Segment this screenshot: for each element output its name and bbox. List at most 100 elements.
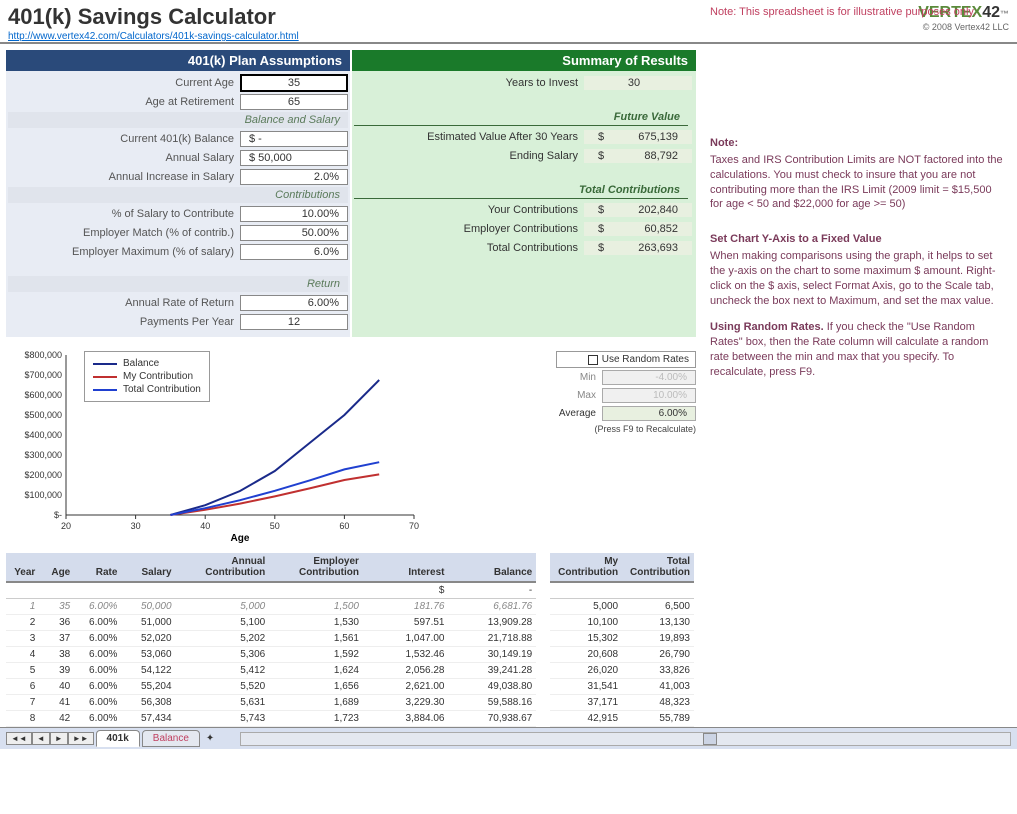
svg-text:Age: Age [231, 533, 250, 544]
col-header: Annual Contribution [176, 553, 270, 582]
label-emp-match: Employer Match (% of contrib.) [8, 227, 240, 239]
notes-panel: Note: Taxes and IRS Contribution Limits … [700, 44, 1010, 727]
col-header: Total Contribution [622, 553, 694, 582]
tab-401k[interactable]: 401k [96, 730, 140, 747]
value-emp-contrib: $60,852 [584, 222, 692, 236]
input-emp-match[interactable]: 50.00% [240, 225, 348, 241]
table-row: 5396.00%54,1225,4121,6242,056.2839,241.2… [6, 663, 536, 679]
assumptions-header: 401(k) Plan Assumptions [6, 50, 350, 71]
new-sheet-icon[interactable]: ✦ [202, 733, 218, 744]
input-current-age[interactable]: 35 [240, 74, 348, 92]
subhead-balance-salary: Balance and Salary [8, 112, 348, 128]
table-row: 31,54141,003 [550, 678, 694, 694]
input-retire-age[interactable]: 65 [240, 94, 348, 110]
note-axis-heading: Set Chart Y-Axis to a Fixed Value [710, 232, 1004, 247]
label-max-rate: Max [436, 390, 602, 401]
svg-text:30: 30 [131, 521, 141, 531]
col-header: Employer Contribution [269, 553, 363, 582]
input-pct-contrib[interactable]: 10.00% [240, 206, 348, 222]
svg-text:$300,000: $300,000 [24, 450, 62, 460]
table-row: 3376.00%52,0205,2021,5611,047.0021,718.8… [6, 631, 536, 647]
growth-chart: $-$100,000$200,000$300,000$400,000$500,0… [4, 345, 424, 545]
sheet-tabs: ◄◄◄►►► 401k Balance ✦ [0, 727, 1017, 749]
chart-legend: BalanceMy ContributionTotal Contribution [84, 351, 210, 402]
subhead-return: Return [8, 276, 348, 292]
col-header: Interest [363, 553, 449, 582]
summary-panel: Summary of Results Years to Invest30 Fut… [352, 50, 696, 337]
note-heading: Note: [710, 136, 1004, 151]
svg-text:20: 20 [61, 521, 71, 531]
random-rates-box: Use Random Rates Min-4.00% Max10.00% Ave… [436, 351, 696, 545]
svg-text:50: 50 [270, 521, 280, 531]
tab-nav[interactable]: ◄◄◄►►► [6, 732, 94, 745]
input-payments[interactable]: 12 [240, 314, 348, 330]
svg-text:$600,000: $600,000 [24, 390, 62, 400]
input-min-rate[interactable]: -4.00% [602, 370, 696, 385]
value-total-contrib: $263,693 [584, 241, 692, 255]
subhead-future-value: Future Value [354, 109, 688, 126]
note-axis-text: When making comparisons using the graph,… [710, 249, 1004, 308]
col-header: Salary [121, 553, 175, 582]
label-total-contrib: Total Contributions [354, 242, 584, 254]
table-row: 10,10013,130 [550, 614, 694, 630]
input-balance[interactable]: $ - [240, 131, 348, 147]
table-row: 2366.00%51,0005,1001,530597.5113,909.28 [6, 615, 536, 631]
col-header: Age [39, 553, 74, 582]
tab-balance[interactable]: Balance [142, 730, 200, 747]
label-est-value: Estimated Value After 30 Years [354, 131, 584, 143]
input-increase[interactable]: 2.0% [240, 169, 348, 185]
table-row: 26,02033,826 [550, 662, 694, 678]
svg-text:$-: $- [54, 510, 62, 520]
label-your-contrib: Your Contributions [354, 204, 584, 216]
illustrative-note: Note: This spreadsheet is for illustrati… [710, 6, 976, 18]
horizontal-scrollbar[interactable] [240, 732, 1011, 746]
label-avg-rate: Average [436, 408, 602, 419]
label-current-age: Current Age [8, 77, 240, 89]
source-link[interactable]: http://www.vertex42.com/Calculators/401k… [8, 31, 299, 42]
subhead-total-contrib: Total Contributions [354, 182, 688, 199]
input-salary[interactable]: $ 50,000 [240, 150, 348, 166]
note-random-rates: Using Random Rates. If you check the "Us… [710, 320, 1004, 379]
note-taxes: Taxes and IRS Contribution Limits are NO… [710, 153, 1004, 212]
svg-text:$500,000: $500,000 [24, 410, 62, 420]
subhead-contributions: Contributions [8, 187, 348, 203]
table-row: 4386.00%53,0605,3061,5921,532.4630,149.1… [6, 647, 536, 663]
svg-text:40: 40 [200, 521, 210, 531]
yearly-table: YearAgeRateSalaryAnnual ContributionEmpl… [6, 553, 536, 727]
label-min-rate: Min [436, 372, 602, 383]
checkbox-random-rates[interactable]: Use Random Rates [556, 351, 696, 368]
col-header: My Contribution [550, 553, 622, 582]
svg-text:$800,000: $800,000 [24, 350, 62, 360]
summary-header: Summary of Results [352, 50, 696, 71]
col-header: Rate [74, 553, 121, 582]
col-header: Year [6, 553, 39, 582]
value-end-salary: $88,792 [584, 149, 692, 163]
value-est-value: $675,139 [584, 130, 692, 144]
table-row: 15,30219,893 [550, 630, 694, 646]
value-years: 30 [584, 76, 692, 90]
label-pct-contrib: % of Salary to Contribute [8, 208, 240, 220]
contrib-table: My ContributionTotal Contribution5,0006,… [550, 553, 694, 727]
svg-text:70: 70 [409, 521, 419, 531]
label-end-salary: Ending Salary [354, 150, 584, 162]
table-row: 8426.00%57,4345,7431,7233,884.0670,938.6… [6, 711, 536, 727]
value-your-contrib: $202,840 [584, 203, 692, 217]
label-increase: Annual Increase in Salary [8, 171, 240, 183]
table-row: 1356.00%50,0005,0001,500181.766,681.76 [6, 599, 536, 615]
assumptions-panel: 401(k) Plan Assumptions Current Age35 Ag… [6, 50, 350, 337]
label-payments: Payments Per Year [8, 316, 240, 328]
label-retire-age: Age at Retirement [8, 96, 240, 108]
input-rate[interactable]: 6.00% [240, 295, 348, 311]
svg-text:$100,000: $100,000 [24, 490, 62, 500]
copyright: © 2008 Vertex42 LLC [918, 22, 1009, 32]
svg-text:60: 60 [339, 521, 349, 531]
label-balance: Current 401(k) Balance [8, 133, 240, 145]
label-emp-max: Employer Maximum (% of salary) [8, 246, 240, 258]
label-years: Years to Invest [354, 77, 584, 89]
input-emp-max[interactable]: 6.0% [240, 244, 348, 260]
input-max-rate[interactable]: 10.00% [602, 388, 696, 403]
page-title: 401(k) Savings Calculator [8, 4, 299, 30]
recalc-hint: (Press F9 to Recalculate) [436, 424, 696, 434]
label-salary: Annual Salary [8, 152, 240, 164]
table-row: 7416.00%56,3085,6311,6893,229.3059,588.1… [6, 695, 536, 711]
